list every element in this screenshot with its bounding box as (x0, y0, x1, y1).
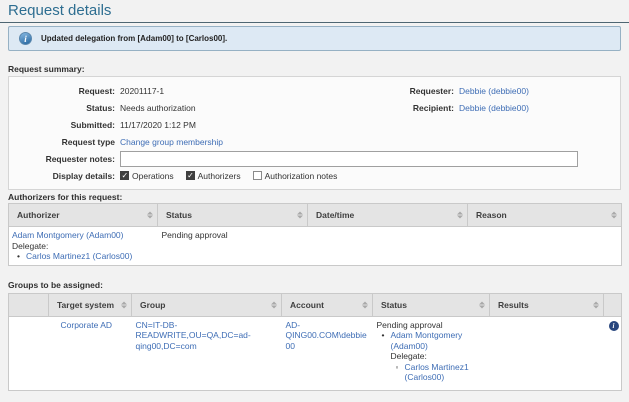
summary-row-request: Request: 20201117-1 Requester: Debbie (d… (13, 82, 616, 99)
target-system-link[interactable]: Corporate AD (61, 320, 113, 330)
page-header: Request details (0, 0, 629, 23)
requester-label: Requester: (410, 86, 454, 96)
row-selector-column-header (9, 293, 49, 316)
groups-table: Target system Group Account Status Resul… (8, 293, 622, 391)
request-label: Request: (13, 86, 115, 96)
authorizers-table: Authorizer Status Date/time Reason Adam … (8, 203, 622, 266)
operations-checkbox-icon[interactable] (120, 171, 129, 180)
authorizer-row: Adam Montgomery (Adam00) Delegate: • Car… (9, 227, 622, 266)
request-type-label: Request type (13, 137, 115, 147)
authorizers-heading: Authorizers for this request: (8, 192, 621, 202)
sort-icon[interactable] (593, 301, 599, 308)
sort-icon[interactable] (297, 212, 303, 219)
request-value: 20201117-1 (120, 86, 164, 96)
authorizer-link[interactable]: Adam Montgomery (Adam00) (12, 230, 124, 240)
info-icon (19, 32, 32, 45)
authorizer-datetime-cell (308, 227, 468, 266)
details-cell (604, 316, 622, 390)
summary-row-status: Status: Needs authorization Recipient: D… (13, 99, 616, 116)
results-cell (490, 316, 604, 390)
row-info-icon[interactable] (609, 321, 619, 331)
group-status-delegate-link[interactable]: Carlos Martinez1 (Carlos00) (405, 362, 486, 383)
authorizers-header-row: Authorizer Status Date/time Reason (9, 204, 622, 227)
authorizers-checkbox-label: Authorizers (198, 171, 241, 181)
sort-icon[interactable] (362, 301, 368, 308)
sort-icon[interactable] (147, 212, 153, 219)
results-column-header[interactable]: Results (490, 293, 604, 316)
sort-icon[interactable] (479, 301, 485, 308)
recipient-label: Recipient: (413, 103, 454, 113)
authorization-notes-checkbox-label: Authorization notes (265, 171, 338, 181)
status-label: Status: (13, 103, 115, 113)
submitted-value: 11/17/2020 1:12 PM (120, 120, 196, 130)
page-title: Request details (8, 3, 621, 18)
request-summary-panel: Request: 20201117-1 Requester: Debbie (d… (8, 76, 621, 190)
summary-row-request-type: Request type Change group membership (13, 133, 616, 150)
target-system-column-header[interactable]: Target system (49, 293, 132, 316)
bullet: • (382, 330, 391, 383)
sort-icon[interactable] (271, 301, 277, 308)
recipient-link[interactable]: Debbie (debbie00) (459, 103, 529, 113)
operations-checkbox-label: Operations (132, 171, 174, 181)
account-link[interactable]: AD-QING00.COM\debbie00 (286, 320, 367, 351)
status-value: Needs authorization (120, 103, 196, 113)
summary-row-submitted: Submitted: 11/17/2020 1:12 PM (13, 116, 616, 133)
row-selector-cell (9, 316, 49, 390)
datetime-column-header[interactable]: Date/time (308, 204, 468, 227)
submitted-label: Submitted: (13, 120, 115, 130)
authorizer-column-header[interactable]: Authorizer (9, 204, 158, 227)
checkbox-operations[interactable]: Operations (120, 171, 174, 181)
authorizer-cell: Adam Montgomery (Adam00) Delegate: • Car… (9, 227, 158, 266)
groups-header-row: Target system Group Account Status Resul… (9, 293, 622, 316)
banner-message: Updated delegation from [Adam00] to [Car… (41, 34, 227, 43)
delegate-link[interactable]: Carlos Martinez1 (Carlos00) (26, 251, 132, 262)
checkbox-authorization-notes[interactable]: Authorization notes (253, 171, 338, 181)
requester-link[interactable]: Debbie (debbie00) (459, 86, 529, 96)
sort-icon[interactable] (611, 212, 617, 219)
group-status-authorizer-link[interactable]: Adam Montgomery (Adam00) (391, 330, 463, 351)
group-status-column-header[interactable]: Status (373, 293, 490, 316)
sort-icon[interactable] (457, 212, 463, 219)
account-cell: AD-QING00.COM\debbie00 (282, 316, 373, 390)
authorizer-reason-cell (468, 227, 622, 266)
requester-notes-input[interactable] (120, 151, 578, 167)
status-column-header[interactable]: Status (158, 204, 308, 227)
authorization-notes-checkbox-icon[interactable] (253, 171, 262, 180)
checkbox-authorizers[interactable]: Authorizers (186, 171, 241, 181)
delegate-label: Delegate: (12, 241, 154, 252)
group-status-cell: Pending approval • Adam Montgomery (Adam… (373, 316, 490, 390)
authorizers-checkbox-icon[interactable] (186, 171, 195, 180)
request-type-link[interactable]: Change group membership (120, 137, 223, 147)
group-dn-link[interactable]: CN=IT-DB-READWRITE,OU=QA,DC=ad-qing00,DC… (136, 320, 251, 351)
account-column-header[interactable]: Account (282, 293, 373, 316)
request-summary-heading: Request summary: (8, 64, 621, 74)
target-system-cell: Corporate AD (49, 316, 132, 390)
sort-icon[interactable] (121, 301, 127, 308)
authorizer-status-cell: Pending approval (158, 227, 308, 266)
display-details-label: Display details: (13, 171, 115, 181)
requester-notes-label: Requester notes: (13, 154, 115, 164)
group-delegate-label: Delegate: (391, 351, 486, 362)
details-column-header (604, 293, 622, 316)
info-banner: Updated delegation from [Adam00] to [Car… (8, 26, 621, 51)
summary-row-display-details: Display details: Operations Authorizers … (13, 167, 616, 184)
sub-bullet: ◦ (396, 362, 405, 383)
group-status-text: Pending approval (377, 320, 486, 331)
group-cell: CN=IT-DB-READWRITE,OU=QA,DC=ad-qing00,DC… (132, 316, 282, 390)
bullet: • (17, 251, 26, 262)
reason-column-header[interactable]: Reason (468, 204, 622, 227)
summary-row-notes: Requester notes: (13, 150, 616, 167)
groups-heading: Groups to be assigned: (8, 280, 621, 290)
group-column-header[interactable]: Group (132, 293, 282, 316)
group-assignment-row: Corporate AD CN=IT-DB-READWRITE,OU=QA,DC… (9, 316, 622, 390)
